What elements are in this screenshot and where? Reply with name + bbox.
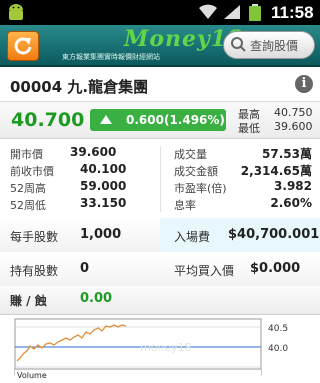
android-icon <box>9 4 23 20</box>
price-row: 40.700 0.600(1.496%) 最高 40.750 最低 39.600 <box>0 102 320 139</box>
change-badge: 0.600(1.496%) <box>90 109 226 131</box>
turnover-value: 2,314.65萬 <box>240 164 312 178</box>
prev-close-value: 40.100 <box>80 162 127 176</box>
y-tick-high: 40.5 <box>268 324 288 334</box>
yield-value: 2.60% <box>270 196 312 210</box>
open-label: 開市價 <box>10 148 43 161</box>
holdings-value[interactable]: 0 <box>80 261 89 276</box>
turnover-label: 成交金額 <box>174 165 218 178</box>
profit-loss-label: 賺 / 蝕 <box>10 294 47 308</box>
lot-size-label: 每手股數 <box>10 230 59 244</box>
y-tick-mid: 40.0 <box>268 344 288 354</box>
volume-label: Volume <box>17 371 47 379</box>
lot-size-row: 每手股數 1,000 入場費 $40,700.001 <box>0 218 320 253</box>
battery-icon <box>249 4 261 21</box>
money18-logo: Money18 東方報業集團實時報價財經網站 <box>62 26 242 64</box>
volume-label: 成交量 <box>174 148 207 161</box>
holdings-label: 持有股數 <box>10 264 59 278</box>
signal-icon <box>224 5 240 19</box>
info-icon[interactable]: i <box>295 75 313 93</box>
entry-fee-value: $40,700.001 <box>228 227 320 242</box>
profit-loss-row: 賺 / 蝕 0.00 <box>0 286 320 315</box>
holdings-row[interactable]: 持有股數 0 平均買入價 $0.000 <box>0 252 320 287</box>
avg-price-label: 平均買入價 <box>174 264 235 278</box>
refresh-icon <box>14 37 32 55</box>
up-arrow-icon <box>100 115 112 124</box>
intraday-chart[interactable]: money18 40.5 40.0 Volume <box>0 315 320 380</box>
low-value: 39.600 <box>274 120 313 133</box>
profit-loss-value: 0.00 <box>80 291 113 306</box>
high-value: 40.750 <box>274 106 313 119</box>
search-button-label: 查詢股價 <box>250 39 299 53</box>
avg-price-value[interactable]: $0.000 <box>250 261 300 276</box>
volume-panel <box>15 369 261 379</box>
stock-code-name: 00004 九.龍倉集團 <box>10 78 149 96</box>
lot-size-value: 1,000 <box>80 227 122 242</box>
week52-high-label: 52周高 <box>10 182 46 195</box>
open-value: 39.600 <box>70 145 117 159</box>
week52-low-value: 33.150 <box>80 196 127 210</box>
pe-ratio-value: 3.982 <box>274 179 312 193</box>
chart-watermark: money18 <box>140 341 192 354</box>
wifi-icon <box>199 4 217 19</box>
last-price: 40.700 <box>11 109 85 131</box>
search-stock-button[interactable]: 查詢股價 <box>223 31 315 59</box>
app-header: Money18 東方報業集團實時報價財經網站 查詢股價 <box>0 25 320 67</box>
status-bar: 11:58 <box>0 0 320 25</box>
intraday-chart-svg: money18 40.5 40.0 Volume <box>14 318 288 380</box>
stats-divider <box>160 146 161 212</box>
pe-ratio-label: 市盈率(倍) <box>174 182 227 195</box>
yield-label: 息率 <box>174 199 196 212</box>
change-value: 0.600(1.496%) <box>126 113 225 127</box>
week52-low-label: 52周低 <box>10 199 46 212</box>
refresh-button[interactable] <box>7 31 39 61</box>
week52-high-value: 59.000 <box>80 179 127 193</box>
low-label: 最低 <box>238 122 260 135</box>
stock-title-row: 00004 九.龍倉集團 i <box>0 67 320 102</box>
clock: 11:58 <box>271 3 314 22</box>
entry-fee-label: 入場費 <box>174 230 211 244</box>
search-icon <box>231 37 246 52</box>
tagline: 東方報業集團實時報價財經網站 <box>62 53 160 61</box>
volume-value: 57.53萬 <box>262 147 312 161</box>
prev-close-label: 前收市價 <box>10 165 54 178</box>
